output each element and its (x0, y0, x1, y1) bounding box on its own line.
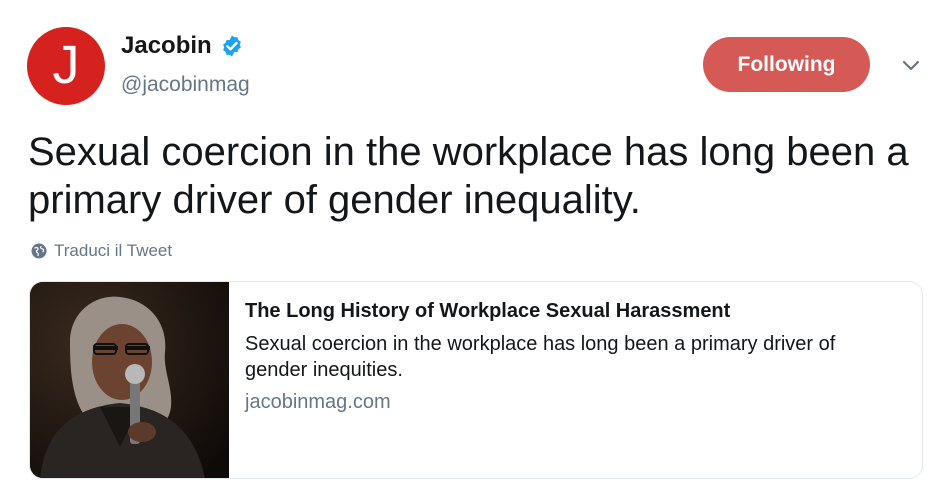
verified-badge-icon (220, 34, 244, 58)
avatar[interactable]: J (27, 27, 105, 105)
card-body: The Long History of Workplace Sexual Har… (229, 282, 895, 478)
display-name[interactable]: Jacobin (121, 32, 212, 60)
following-button[interactable]: Following (703, 37, 870, 92)
card-description: Sexual coercion in the workplace has lon… (245, 333, 836, 381)
card-domain: jacobinmag.com (245, 391, 391, 413)
translate-label: Traduci il Tweet (54, 241, 173, 260)
card-image (30, 282, 229, 478)
translate-tweet-link[interactable]: Traduci il Tweet (31, 241, 172, 261)
avatar-letter: J (52, 35, 80, 95)
chevron-down-icon[interactable] (901, 58, 921, 72)
tweet-text: Sexual coercion in the workplace has lon… (28, 130, 909, 222)
user-handle[interactable]: @jacobinmag (121, 73, 250, 97)
card-title: The Long History of Workplace Sexual Har… (245, 300, 731, 322)
author-name-row: Jacobin (121, 32, 244, 60)
link-preview-card[interactable]: The Long History of Workplace Sexual Har… (29, 281, 923, 479)
globe-icon (31, 243, 47, 259)
